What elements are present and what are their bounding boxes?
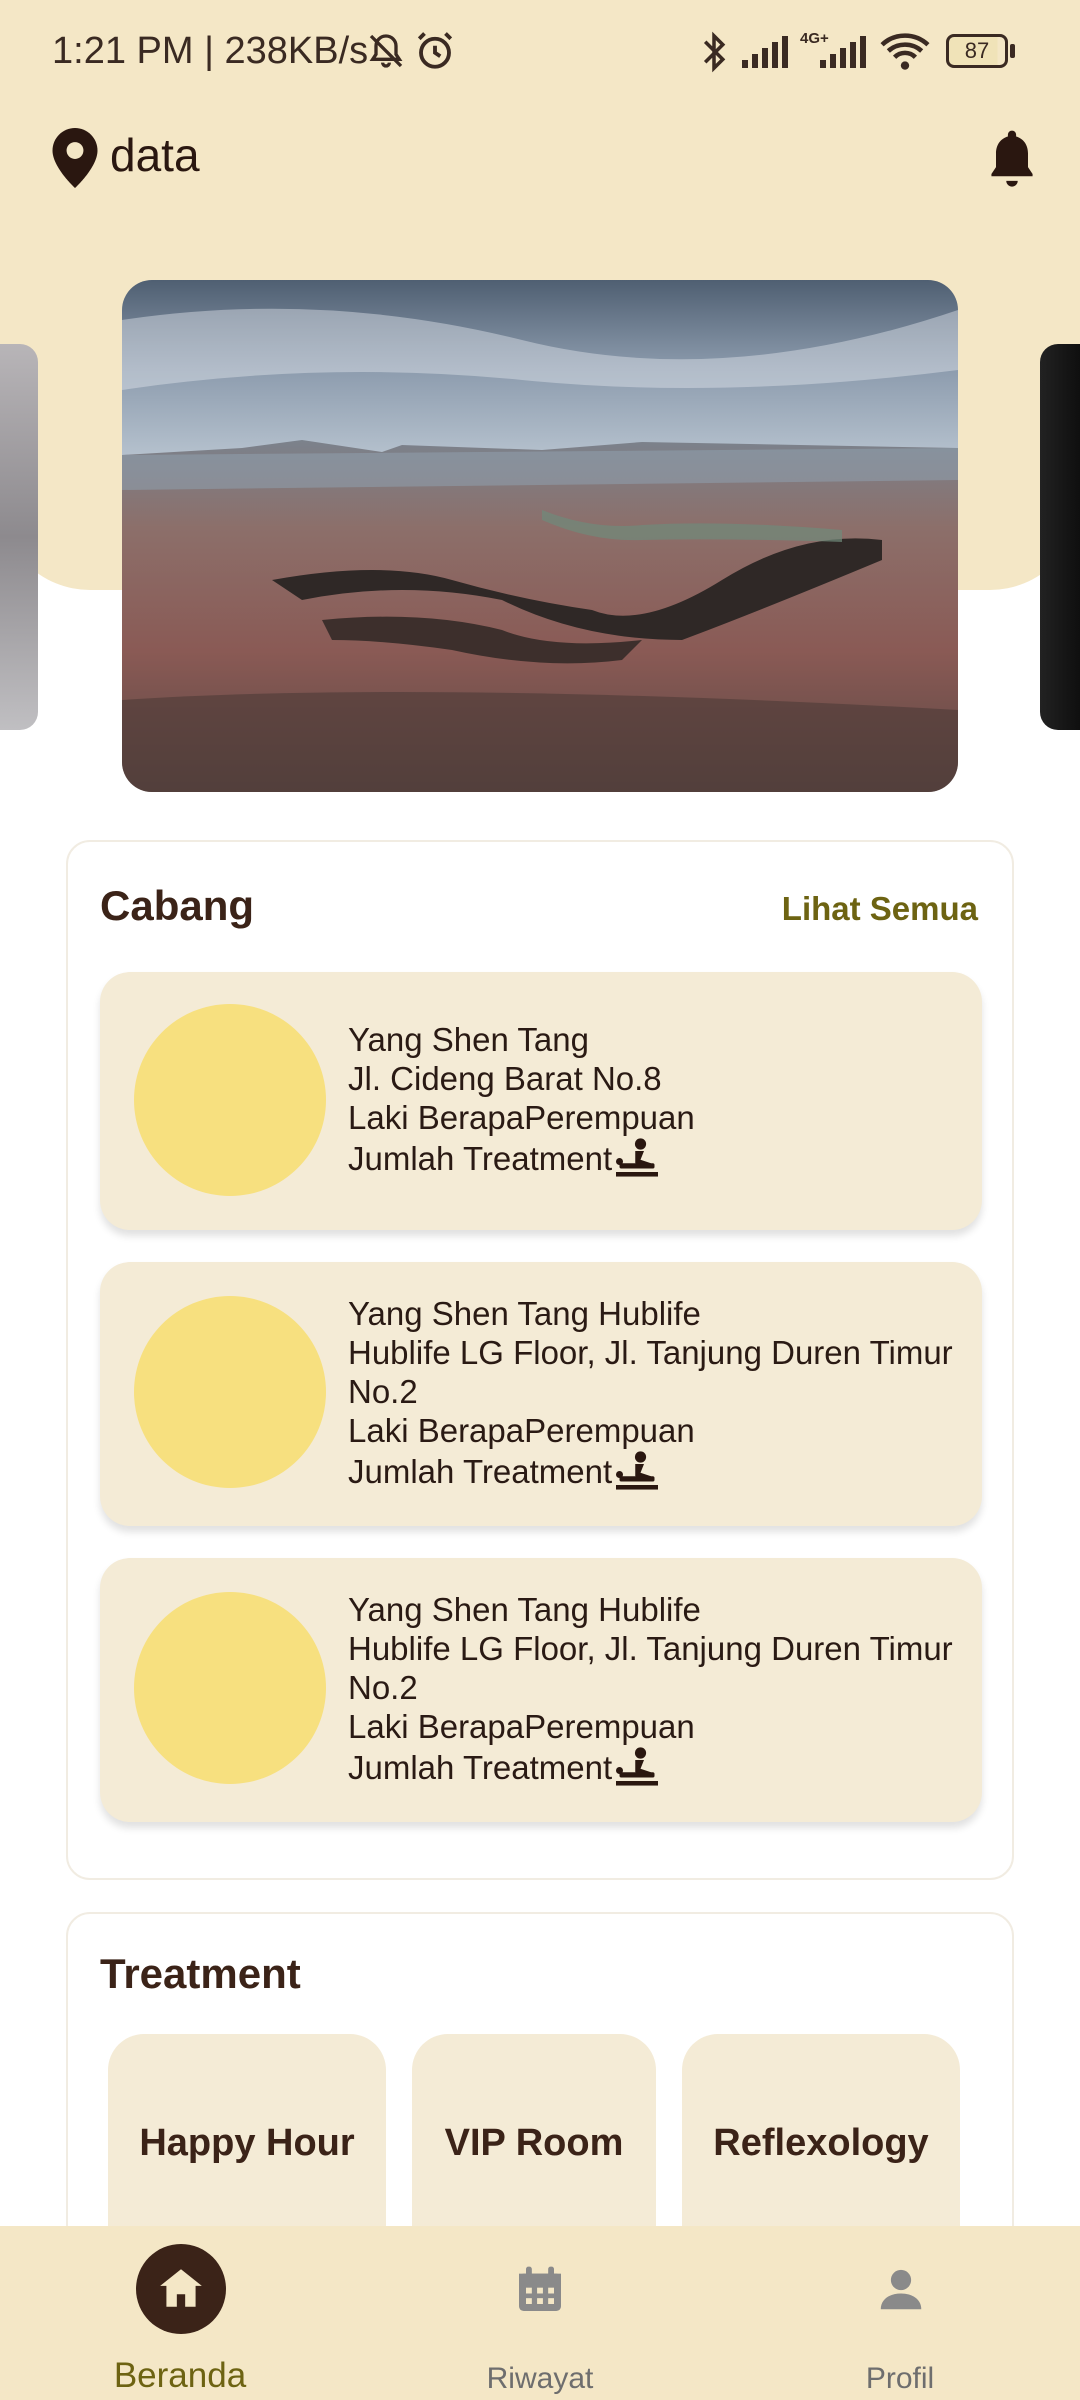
bluetooth-icon <box>703 31 726 73</box>
branches-section: Cabang Lihat Semua Yang Shen Tang Jl. Ci… <box>66 840 1014 1880</box>
branch-name: Yang Shen Tang Hublife <box>348 1295 701 1332</box>
status-time-speed: 1:21 PM | 238KB/s <box>52 30 369 72</box>
silent-icon <box>369 34 403 68</box>
branch-treatment: Jumlah Treatment <box>348 1748 613 1786</box>
branch-address: Hublife LG Floor, Jl. Tanjung Duren Timu… <box>348 1630 953 1706</box>
branch-card[interactable]: Yang Shen Tang Hublife Hublife LG Floor,… <box>100 1558 982 1822</box>
nav-label: Profil <box>865 2362 935 2395</box>
header: data <box>0 110 1080 210</box>
branch-avatar <box>134 1296 326 1488</box>
branch-card[interactable]: Yang Shen Tang Hublife Hublife LG Floor,… <box>100 1262 982 1526</box>
alarm-icon <box>417 32 453 69</box>
battery-level: 87 <box>964 38 990 63</box>
branch-treatment: Jumlah Treatment <box>348 1139 613 1177</box>
branch-treatment: Jumlah Treatment <box>348 1452 613 1490</box>
location-label[interactable]: data <box>110 128 200 182</box>
branch-treatment-line: Jumlah Treatment <box>348 1450 968 1492</box>
branch-name: Yang Shen Tang Hublife <box>348 1591 701 1628</box>
massage-icon <box>616 1747 659 1786</box>
branch-gender: Laki BerapaPerempuan <box>348 1412 695 1449</box>
branch-gender: Laki BerapaPerempuan <box>348 1099 695 1136</box>
branch-card[interactable]: Yang Shen Tang Jl. Cideng Barat No.8 Lak… <box>100 972 982 1230</box>
branch-gender: Laki BerapaPerempuan <box>348 1708 695 1745</box>
branch-info: Yang Shen Tang Hublife Hublife LG Floor,… <box>348 1294 968 1492</box>
nav-item-riwayat[interactable]: Riwayat <box>420 2226 660 2400</box>
home-icon <box>160 2269 202 2307</box>
see-all-branches-link[interactable]: Lihat Semua <box>782 890 978 928</box>
battery-icon: 87 <box>946 34 1008 68</box>
signal-4g-icon <box>820 36 866 68</box>
massage-icon <box>616 1451 659 1490</box>
treatments-title: Treatment <box>100 1950 301 1997</box>
nav-label: Beranda <box>113 2356 247 2395</box>
branches-title: Cabang <box>100 882 255 929</box>
nav-item-beranda[interactable]: Beranda <box>60 2226 300 2400</box>
branch-avatar <box>134 1592 326 1784</box>
branch-name: Yang Shen Tang <box>348 1021 589 1058</box>
wifi-icon <box>880 33 930 70</box>
branch-address: Hublife LG Floor, Jl. Tanjung Duren Timu… <box>348 1334 953 1410</box>
battery-tip <box>1010 44 1015 58</box>
branch-address: Jl. Cideng Barat No.8 <box>348 1060 662 1097</box>
branch-avatar <box>134 1004 326 1196</box>
banner-image[interactable] <box>122 280 958 792</box>
person-icon <box>880 2269 922 2310</box>
branch-info: Yang Shen Tang Hublife Hublife LG Floor,… <box>348 1590 968 1788</box>
branch-treatment-line: Jumlah Treatment <box>348 1137 968 1179</box>
massage-icon <box>616 1138 659 1177</box>
nav-label: Riwayat <box>486 2362 594 2395</box>
branch-treatment-line: Jumlah Treatment <box>348 1746 968 1788</box>
calendar-icon <box>519 2266 561 2311</box>
nav-item-profil[interactable]: Profil <box>780 2226 1020 2400</box>
location-pin-icon[interactable] <box>52 128 98 188</box>
status-bar: 1:21 PM | 238KB/s 4G+ 87 <box>0 0 1080 104</box>
treatment-label: Reflexology <box>713 2122 929 2164</box>
treatment-label: VIP Room <box>444 2122 624 2164</box>
notification-bell-icon[interactable] <box>984 126 1040 190</box>
bottom-navigation: Beranda Riwayat Profil <box>0 2226 1080 2400</box>
carousel-next-slide[interactable] <box>1040 344 1080 730</box>
treatment-label: Happy Hour <box>139 2122 355 2164</box>
canyon-landscape-image <box>122 280 958 792</box>
signal-icon <box>742 36 788 68</box>
branch-info: Yang Shen Tang Jl. Cideng Barat No.8 Lak… <box>348 1020 968 1179</box>
carousel-prev-slide[interactable] <box>0 344 38 730</box>
